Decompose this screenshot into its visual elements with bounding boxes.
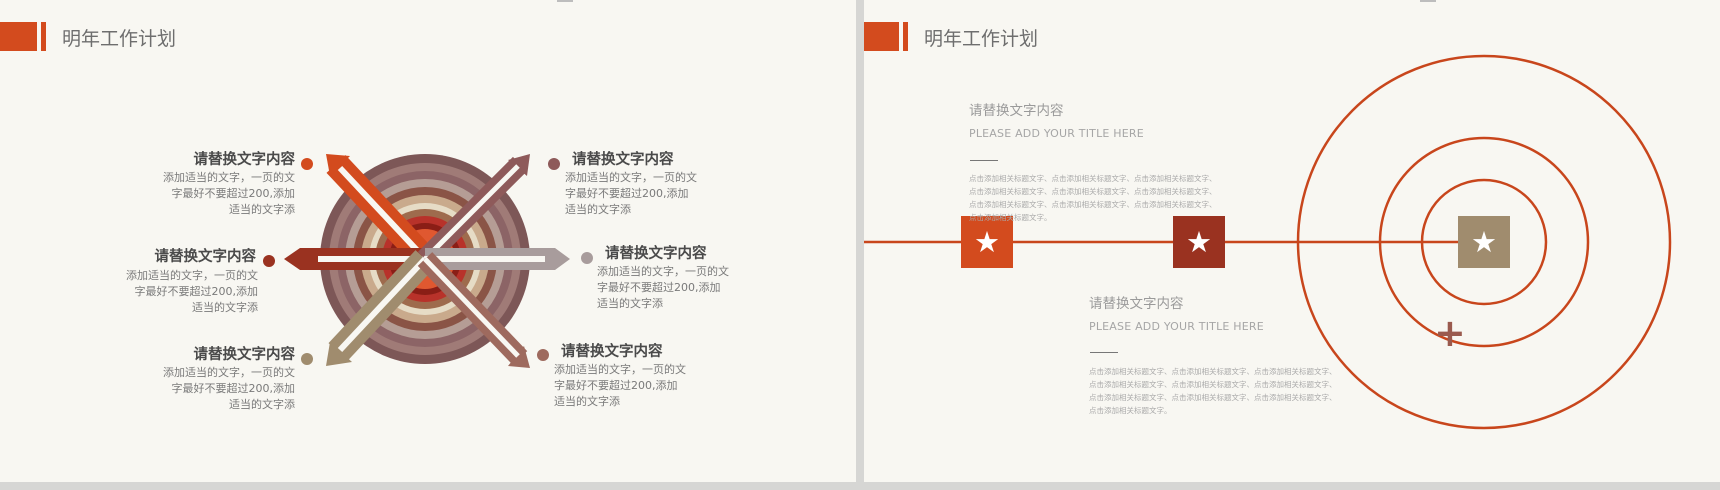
- block-1-body: 点击添加相关标题文字、点击添加相关标题文字、点击添加相关标题文字、点击添加相关标…: [969, 174, 1217, 222]
- block-2-subtitle: PLEASE ADD YOUR TITLE HERE: [1089, 320, 1264, 333]
- item-5-dot: [581, 252, 593, 264]
- block-1-subtitle: PLEASE ADD YOUR TITLE HERE: [969, 127, 1144, 140]
- item-3-heading: 请替换文字内容: [193, 347, 296, 363]
- block-2-divider: [1090, 352, 1118, 353]
- item-2-body: 添加适当的文字，一页的文字最好不要超过200,添加适当的文字添: [126, 269, 258, 314]
- block-2-title: 请替换文字内容: [1089, 296, 1184, 312]
- block-1-title: 请替换文字内容: [969, 103, 1064, 119]
- block-1-divider: [970, 160, 998, 161]
- block-2-body: 点击添加相关标题文字、点击添加相关标题文字、点击添加相关标题文字、点击添加相关标…: [1089, 367, 1337, 415]
- item-6-body: 添加适当的文字，一页的文字最好不要超过200,添加适当的文字添: [554, 363, 686, 408]
- star-marker-center: ★: [1458, 216, 1510, 268]
- arrow-right: [425, 248, 570, 270]
- slide-left: 明年工作计划 请替换文字内容 添加适当的文字，一页的文字最好不要超过200,添加…: [0, 0, 856, 482]
- radial-target-diagram: [284, 154, 570, 368]
- item-2-heading: 请替换文字内容: [154, 249, 257, 265]
- item-3-dot: [301, 353, 313, 365]
- item-4-heading: 请替换文字内容: [572, 152, 674, 168]
- item-3-body: 添加适当的文字，一页的文字最好不要超过200,添加适当的文字添: [163, 366, 295, 411]
- star-icon: ★: [974, 224, 1000, 259]
- item-1-body: 添加适当的文字，一页的文字最好不要超过200,添加适当的文字添: [163, 171, 295, 216]
- slide-right: 明年工作计划 ★ ★ ★ + 请替换文字内容 PLEASE ADD YOUR T…: [864, 0, 1720, 482]
- item-2-dot: [263, 255, 275, 267]
- star-icon: ★: [1471, 224, 1497, 259]
- item-6-dot: [537, 349, 549, 361]
- plus-icon: +: [1434, 311, 1466, 355]
- item-1-heading: 请替换文字内容: [193, 152, 296, 168]
- item-5-heading: 请替换文字内容: [605, 246, 707, 262]
- star-icon: ★: [1186, 224, 1212, 259]
- item-1-dot: [301, 158, 313, 170]
- item-4-dot: [548, 158, 560, 170]
- item-4-body: 添加适当的文字，一页的文字最好不要超过200,添加适当的文字添: [565, 171, 697, 216]
- item-5-body: 添加适当的文字，一页的文字最好不要超过200,添加适当的文字添: [597, 265, 729, 310]
- item-6-heading: 请替换文字内容: [561, 344, 663, 360]
